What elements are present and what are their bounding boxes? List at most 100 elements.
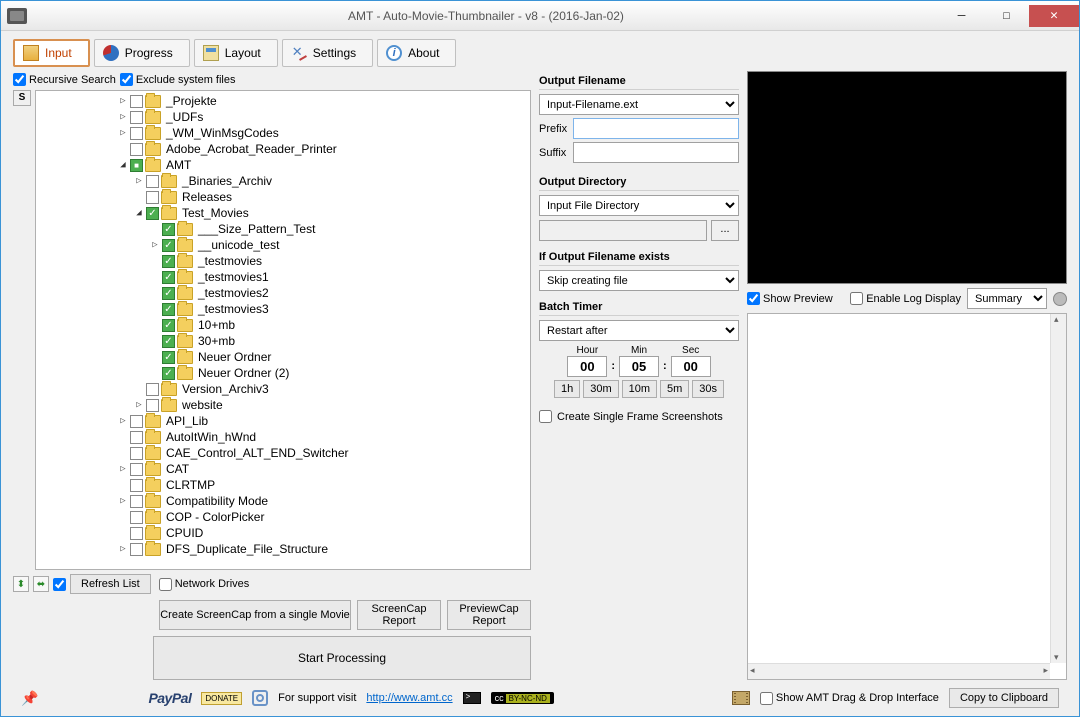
minimize-button[interactable]: — [939,5,984,27]
timer-preset-button[interactable]: 10m [622,380,657,398]
if-exists-select[interactable]: Skip creating file [539,270,739,291]
folder-tree[interactable]: ▷_Projekte▷_UDFs▷_WM_WinMsgCodesAdobe_Ac… [35,90,531,570]
create-screencap-button[interactable]: Create ScreenCap from a single Movie [159,600,351,630]
tree-checkbox[interactable] [130,527,143,540]
single-frame-checkbox[interactable]: Create Single Frame Screenshots [539,410,739,423]
tree-node[interactable]: Adobe_Acrobat_Reader_Printer [38,141,528,157]
network-drives-input[interactable] [159,578,172,591]
single-frame-input[interactable] [539,410,552,423]
tree-node[interactable]: _testmovies1 [38,269,528,285]
screencap-report-button[interactable]: ScreenCapReport [357,600,441,630]
tree-node[interactable]: ◢AMT [38,157,528,173]
expand-icon[interactable]: ▷ [118,464,128,474]
log-area[interactable] [747,313,1067,680]
log-mode-select[interactable]: Summary [967,288,1047,309]
timer-preset-button[interactable]: 1h [554,380,580,398]
tree-checkbox[interactable] [130,495,143,508]
refresh-list-button[interactable]: Refresh List [70,574,151,594]
tree-node[interactable]: ▷_Projekte [38,93,528,109]
expand-icon[interactable]: ▷ [118,112,128,122]
tree-node[interactable]: _testmovies [38,253,528,269]
prefix-input[interactable] [573,118,739,139]
timer-preset-button[interactable]: 5m [660,380,689,398]
expand-icon[interactable]: ▷ [118,96,128,106]
output-filename-select[interactable]: Input-Filename.ext [539,94,739,115]
tree-node[interactable]: Releases [38,189,528,205]
expand-icon[interactable]: ▷ [134,176,144,186]
tree-checkbox[interactable] [130,143,143,156]
tree-node[interactable]: 10+mb [38,317,528,333]
browse-directory-button[interactable]: ... [711,220,739,241]
tree-node[interactable]: Version_Archiv3 [38,381,528,397]
tree-checkbox[interactable] [130,543,143,556]
maximize-button[interactable]: ☐ [984,5,1029,27]
tree-node[interactable]: _testmovies2 [38,285,528,301]
expand-icon[interactable]: ▷ [118,128,128,138]
tree-node[interactable]: ▷_Binaries_Archiv [38,173,528,189]
tree-node[interactable]: ▷_WM_WinMsgCodes [38,125,528,141]
tree-checkbox[interactable] [162,239,175,252]
tree-node[interactable]: Neuer Ordner [38,349,528,365]
expand-icon[interactable]: ▷ [150,240,160,250]
horizontal-scrollbar[interactable] [748,663,1050,679]
tree-checkbox[interactable] [162,255,175,268]
tree-checkbox[interactable] [130,511,143,524]
select-mode-button[interactable]: S [13,90,31,106]
vertical-scrollbar[interactable] [1050,314,1066,663]
collapse-all-button[interactable]: ⬌ [33,576,49,592]
tab-settings[interactable]: Settings [282,39,373,67]
tree-checkbox[interactable] [146,207,159,220]
tree-checkbox[interactable] [130,415,143,428]
expand-icon[interactable]: ▷ [118,496,128,506]
show-preview-input[interactable] [747,292,760,305]
expand-icon[interactable]: ▷ [118,416,128,426]
tree-checkbox[interactable] [146,399,159,412]
expand-all-button[interactable]: ⬍ [13,576,29,592]
copy-clipboard-button[interactable]: Copy to Clipboard [949,688,1059,708]
tree-node[interactable]: CAE_Control_ALT_END_Switcher [38,445,528,461]
tab-input[interactable]: Input [13,39,90,67]
tab-about[interactable]: i About [377,39,456,67]
tree-node[interactable]: 30+mb [38,333,528,349]
tree-node[interactable]: COP - ColorPicker [38,509,528,525]
show-preview-checkbox[interactable]: Show Preview [747,292,833,305]
tree-checkbox[interactable] [162,271,175,284]
min-value[interactable]: 05 [619,356,659,377]
tree-checkbox[interactable] [130,431,143,444]
tree-node[interactable]: ▷website [38,397,528,413]
exclude-system-checkbox[interactable]: Exclude system files [120,73,236,86]
hour-value[interactable]: 00 [567,356,607,377]
start-processing-button[interactable]: Start Processing [153,636,531,680]
batch-timer-select[interactable]: Restart after [539,320,739,341]
sec-value[interactable]: 00 [671,356,711,377]
exclude-checkbox-input[interactable] [120,73,133,86]
expand-icon[interactable]: ▷ [118,544,128,554]
support-link[interactable]: http://www.amt.cc [366,692,452,704]
tree-checkbox[interactable] [130,111,143,124]
pin-icon[interactable]: 📌 [21,690,38,707]
output-directory-select[interactable]: Input File Directory [539,195,739,216]
timer-preset-button[interactable]: 30s [692,380,724,398]
tree-node[interactable]: _testmovies3 [38,301,528,317]
tree-node[interactable]: ___Size_Pattern_Test [38,221,528,237]
donate-button[interactable]: DONATE [201,692,242,705]
tree-node[interactable]: ◢Test_Movies [38,205,528,221]
tree-checkbox[interactable] [130,127,143,140]
expand-icon[interactable]: ▷ [134,400,144,410]
tree-checkbox[interactable] [146,383,159,396]
recursive-checkbox-input[interactable] [13,73,26,86]
show-dnd-input[interactable] [760,692,773,705]
tab-layout[interactable]: Layout [194,39,278,67]
tree-checkbox[interactable] [162,287,175,300]
tree-checkbox[interactable] [130,95,143,108]
collapse-icon[interactable]: ◢ [118,160,128,170]
paypal-icon[interactable]: PayPal [148,690,191,706]
tree-node[interactable]: ▷__unicode_test [38,237,528,253]
tree-checkbox[interactable] [130,463,143,476]
tree-node[interactable]: ▷Compatibility Mode [38,493,528,509]
tree-node[interactable]: CLRTMP [38,477,528,493]
enable-log-checkbox[interactable]: Enable Log Display [850,292,961,305]
previewcap-report-button[interactable]: PreviewCapReport [447,600,531,630]
tree-checkbox[interactable] [162,335,175,348]
collapse-icon[interactable]: ◢ [134,208,144,218]
